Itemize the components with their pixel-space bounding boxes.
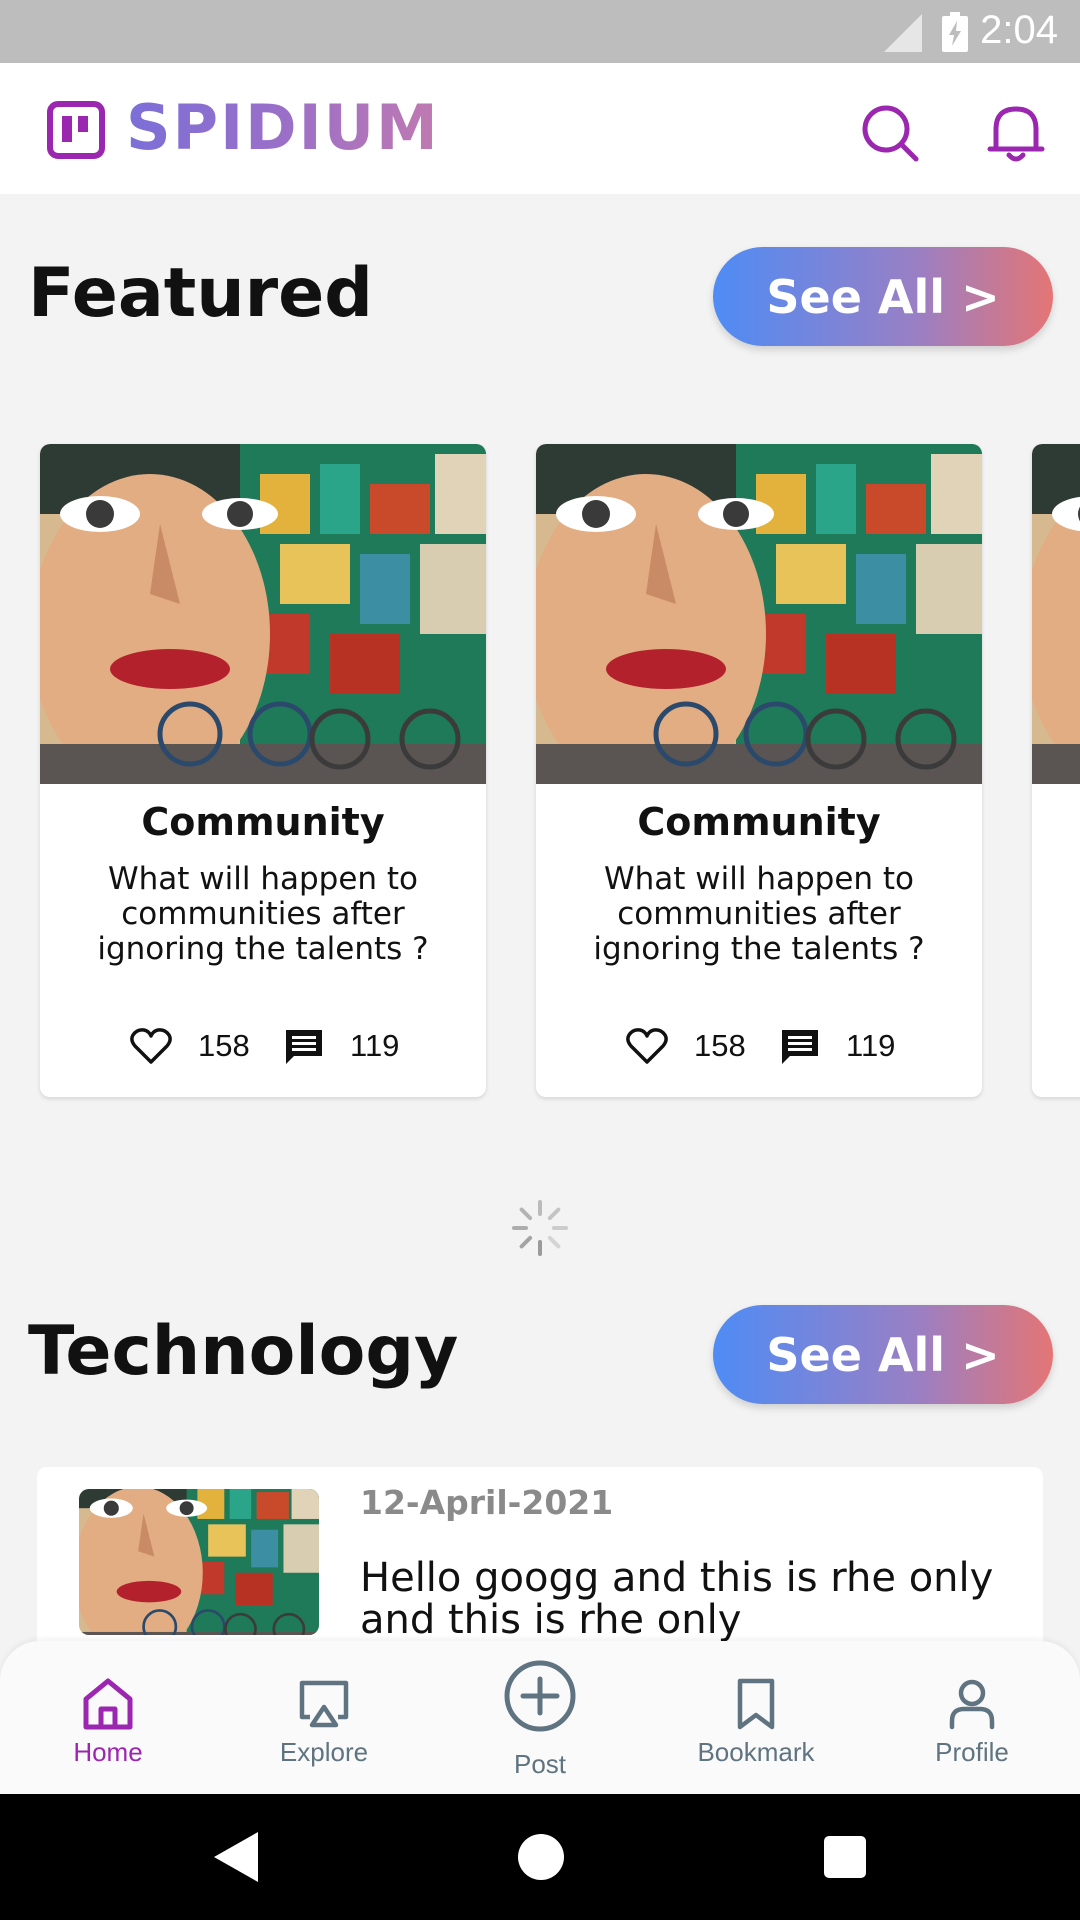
user-icon bbox=[949, 1679, 995, 1730]
search-icon[interactable] bbox=[860, 103, 920, 163]
comment-icon[interactable] bbox=[284, 1028, 324, 1066]
nav-label: Explore bbox=[279, 1737, 369, 1767]
comment-icon[interactable] bbox=[780, 1028, 820, 1066]
home-icon bbox=[83, 1678, 133, 1730]
status-bar: 2:04 bbox=[0, 0, 1080, 63]
card-text: What will happen to communities after ig… bbox=[97, 861, 429, 967]
card-image bbox=[536, 444, 982, 784]
heart-icon[interactable] bbox=[626, 1026, 668, 1066]
tech-date: 12-April-2021 bbox=[360, 1483, 614, 1522]
tech-title: Hello googg and this is rhe only and thi… bbox=[360, 1555, 994, 1643]
featured-title: Featured bbox=[28, 254, 373, 333]
nav-label: Profile bbox=[935, 1737, 1009, 1767]
status-time: 2:04 bbox=[980, 8, 1058, 52]
nav-item-home[interactable]: Home bbox=[0, 1641, 216, 1794]
nav-item-explore[interactable]: Explore bbox=[216, 1641, 432, 1794]
bell-icon[interactable] bbox=[986, 101, 1046, 165]
technology-see-all-button[interactable]: See All > bbox=[713, 1305, 1053, 1404]
card-text: What will happen to communities after ig… bbox=[593, 861, 925, 967]
like-count: 158 bbox=[198, 1028, 250, 1063]
featured-card[interactable]: Community What will happen to communitie… bbox=[536, 444, 982, 1097]
bookmark-icon bbox=[737, 1678, 775, 1730]
tech-thumbnail bbox=[79, 1489, 319, 1635]
bottom-nav: Home Explore Post Bookmark Profile bbox=[0, 1641, 1080, 1794]
screen: 2:04 SPIDIUM Featured See All > Communit… bbox=[0, 0, 1080, 1920]
card-category: Community bbox=[141, 800, 385, 844]
recent-apps-button[interactable] bbox=[824, 1836, 866, 1878]
featured-card-peek[interactable] bbox=[1032, 444, 1080, 1097]
app-bar: SPIDIUM bbox=[0, 63, 1080, 194]
system-home-button[interactable] bbox=[518, 1834, 564, 1880]
nav-label: Home bbox=[73, 1737, 143, 1767]
battery-charging-icon bbox=[942, 12, 968, 52]
nav-label: Bookmark bbox=[697, 1737, 815, 1767]
heart-icon[interactable] bbox=[130, 1026, 172, 1066]
cast-icon bbox=[299, 1680, 349, 1728]
nav-item-bookmark[interactable]: Bookmark bbox=[648, 1641, 864, 1794]
nav-item-post[interactable]: Post bbox=[432, 1641, 648, 1794]
nav-item-profile[interactable]: Profile bbox=[864, 1641, 1080, 1794]
technology-title: Technology bbox=[28, 1312, 459, 1391]
card-stats: 158 119 bbox=[536, 1022, 982, 1072]
system-nav-bar bbox=[0, 1794, 1080, 1920]
app-title: SPIDIUM bbox=[126, 91, 440, 164]
back-icon[interactable] bbox=[214, 1832, 258, 1882]
comment-count: 119 bbox=[350, 1028, 400, 1063]
card-category: Community bbox=[637, 800, 881, 844]
featured-card[interactable]: Community What will happen to communitie… bbox=[40, 444, 486, 1097]
nav-label: Post bbox=[513, 1749, 567, 1779]
featured-see-all-button[interactable]: See All > bbox=[713, 247, 1053, 346]
signal-icon bbox=[884, 14, 922, 52]
card-stats: 158 119 bbox=[40, 1022, 486, 1072]
plus-circle-icon bbox=[504, 1660, 576, 1732]
card-image bbox=[40, 444, 486, 784]
comment-count: 119 bbox=[846, 1028, 896, 1063]
loading-spinner-icon bbox=[512, 1200, 568, 1256]
like-count: 158 bbox=[694, 1028, 746, 1063]
board-logo-icon bbox=[47, 101, 105, 159]
